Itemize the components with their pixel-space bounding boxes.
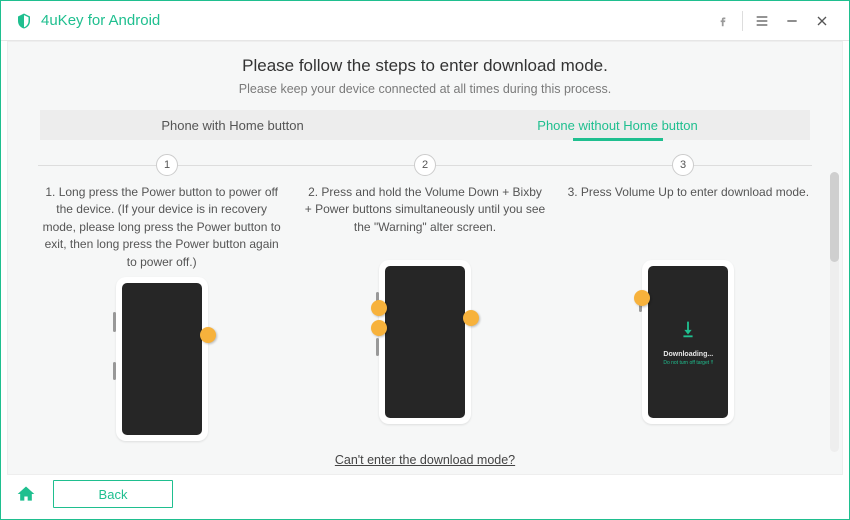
step-2-text: 2. Press and hold the Volume Down + Bixb… [301, 184, 548, 254]
scrollbar[interactable] [830, 172, 839, 452]
tab-with-home[interactable]: Phone with Home button [40, 110, 425, 140]
step-badge-2: 2 [414, 154, 436, 176]
step-3: 3. Press Volume Up to enter download mod… [565, 184, 812, 441]
tab-without-home[interactable]: Phone without Home button [425, 110, 810, 140]
page-subhead: Please keep your device connected at all… [38, 82, 812, 96]
press-indicator-icon [371, 300, 387, 316]
steps-columns: 1. Long press the Power button to power … [38, 184, 812, 441]
step-badge-3: 3 [672, 154, 694, 176]
back-button[interactable]: Back [53, 480, 173, 508]
download-warning: Do not turn off target !! [663, 360, 713, 366]
tab-label: Phone with Home button [161, 118, 303, 133]
menu-icon[interactable] [747, 6, 777, 36]
phone-illustration-1 [116, 277, 208, 441]
close-button[interactable] [807, 6, 837, 36]
facebook-icon[interactable] [708, 6, 738, 36]
app-logo-icon [15, 12, 33, 30]
home-button[interactable] [13, 481, 39, 507]
phone-side-button [113, 312, 116, 332]
app-title: 4uKey for Android [41, 12, 160, 29]
minimize-button[interactable] [777, 6, 807, 36]
step-indicator-row: 1 2 3 [38, 154, 812, 176]
step-1-text: 1. Long press the Power button to power … [38, 184, 285, 271]
step-3-text: 3. Press Volume Up to enter download mod… [566, 184, 811, 254]
tab-label: Phone without Home button [537, 118, 697, 133]
step-badge-1: 1 [156, 154, 178, 176]
device-type-tabs: Phone with Home button Phone without Hom… [40, 110, 810, 140]
titlebar-divider [742, 11, 743, 31]
step-2: 2. Press and hold the Volume Down + Bixb… [301, 184, 548, 441]
step-1: 1. Long press the Power button to power … [38, 184, 285, 441]
download-arrow-icon [677, 318, 699, 345]
title-bar: 4uKey for Android [1, 1, 849, 41]
page-headline: Please follow the steps to enter downloa… [38, 56, 812, 76]
press-indicator-icon [371, 320, 387, 336]
press-indicator-icon [200, 327, 216, 343]
phone-illustration-2 [379, 260, 471, 424]
main-content: Please follow the steps to enter downloa… [7, 41, 843, 475]
press-indicator-icon [463, 310, 479, 326]
phone-illustration-3: Downloading... Do not turn off target !! [642, 260, 734, 424]
scrollbar-thumb[interactable] [830, 172, 839, 262]
back-button-label: Back [99, 487, 128, 502]
footer-bar: Back [1, 475, 849, 513]
download-status: Downloading... [663, 351, 713, 358]
help-link[interactable]: Can't enter the download mode? [38, 453, 812, 467]
phone-side-button [113, 362, 116, 380]
phone-side-button [376, 338, 379, 356]
